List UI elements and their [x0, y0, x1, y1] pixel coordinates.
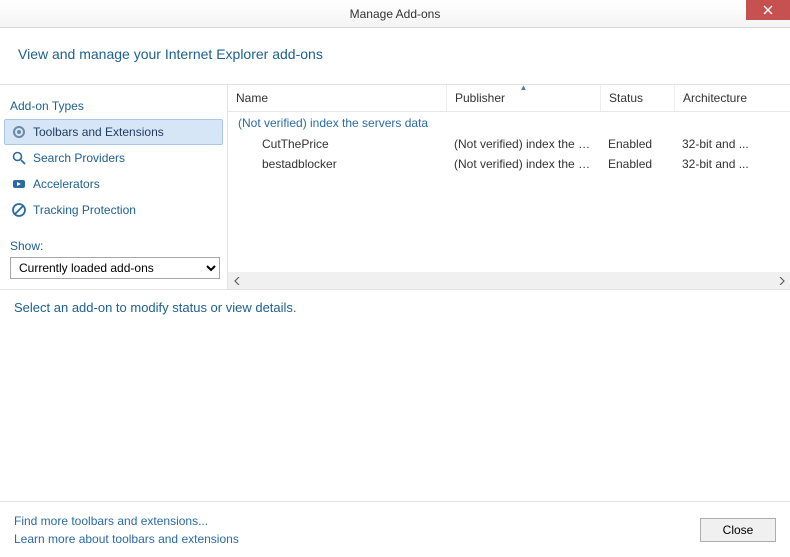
sidebar-item-label: Search Providers: [33, 151, 125, 165]
list-item[interactable]: bestadblocker (Not verified) index the s…: [228, 154, 790, 174]
header-region: View and manage your Internet Explorer a…: [0, 28, 790, 85]
window-title: Manage Add-ons: [0, 7, 790, 21]
sidebar-item-tracking-protection[interactable]: Tracking Protection: [4, 197, 223, 223]
accelerator-icon: [11, 176, 27, 192]
show-label: Show:: [4, 223, 223, 257]
column-header-architecture[interactable]: Architecture: [674, 85, 770, 111]
column-header-publisher[interactable]: ▲ Publisher: [446, 85, 600, 111]
scroll-track[interactable]: [245, 272, 773, 289]
horizontal-scrollbar[interactable]: [228, 272, 790, 289]
gear-icon: [11, 124, 27, 140]
scroll-left-icon[interactable]: [228, 272, 245, 289]
footer-links: Find more toolbars and extensions... Lea…: [14, 514, 239, 546]
cell-status: Enabled: [600, 154, 674, 174]
list-item[interactable]: CutThePrice (Not verified) index the s..…: [228, 134, 790, 154]
list-header-row: Name ▲ Publisher Status Architecture: [228, 85, 790, 112]
details-prompt: Select an add-on to modify status or vie…: [14, 300, 297, 315]
list-area: Name ▲ Publisher Status Architecture (No…: [228, 85, 790, 289]
sort-asc-icon: ▲: [520, 83, 528, 92]
sidebar-item-label: Toolbars and Extensions: [33, 125, 164, 139]
cell-name: bestadblocker: [228, 154, 446, 174]
sidebar-heading: Add-on Types: [4, 95, 223, 119]
list-empty-area: [228, 174, 790, 272]
cell-publisher: (Not verified) index the s...: [446, 154, 600, 174]
block-icon: [11, 202, 27, 218]
show-dropdown[interactable]: Currently loaded add-ons: [10, 257, 220, 279]
details-region: Select an add-on to modify status or vie…: [0, 289, 790, 469]
title-bar: Manage Add-ons: [0, 0, 790, 28]
sidebar-item-label: Accelerators: [33, 177, 100, 191]
sidebar-item-toolbars-extensions[interactable]: Toolbars and Extensions: [4, 119, 223, 145]
cell-architecture: 32-bit and ...: [674, 134, 770, 154]
group-row[interactable]: (Not verified) index the servers data: [228, 112, 790, 134]
link-find-more[interactable]: Find more toolbars and extensions...: [14, 514, 239, 528]
sidebar-item-accelerators[interactable]: Accelerators: [4, 171, 223, 197]
window-close-button[interactable]: [746, 0, 790, 20]
cell-architecture: 32-bit and ...: [674, 154, 770, 174]
link-learn-more[interactable]: Learn more about toolbars and extensions: [14, 532, 239, 546]
sidebar-item-search-providers[interactable]: Search Providers: [4, 145, 223, 171]
cell-publisher: (Not verified) index the s...: [446, 134, 600, 154]
close-icon: [763, 3, 773, 18]
sidebar-item-label: Tracking Protection: [33, 203, 136, 217]
footer: Find more toolbars and extensions... Lea…: [0, 501, 790, 557]
column-header-publisher-label: Publisher: [455, 91, 505, 105]
header-text: View and manage your Internet Explorer a…: [18, 46, 323, 62]
cell-name: CutThePrice: [228, 134, 446, 154]
column-header-status[interactable]: Status: [600, 85, 674, 111]
scroll-right-icon[interactable]: [773, 272, 790, 289]
column-header-name[interactable]: Name: [228, 85, 446, 111]
main-row: Add-on Types Toolbars and Extensions Sea…: [0, 85, 790, 289]
sidebar: Add-on Types Toolbars and Extensions Sea…: [0, 85, 228, 289]
search-icon: [11, 150, 27, 166]
close-button[interactable]: Close: [700, 518, 776, 542]
cell-status: Enabled: [600, 134, 674, 154]
